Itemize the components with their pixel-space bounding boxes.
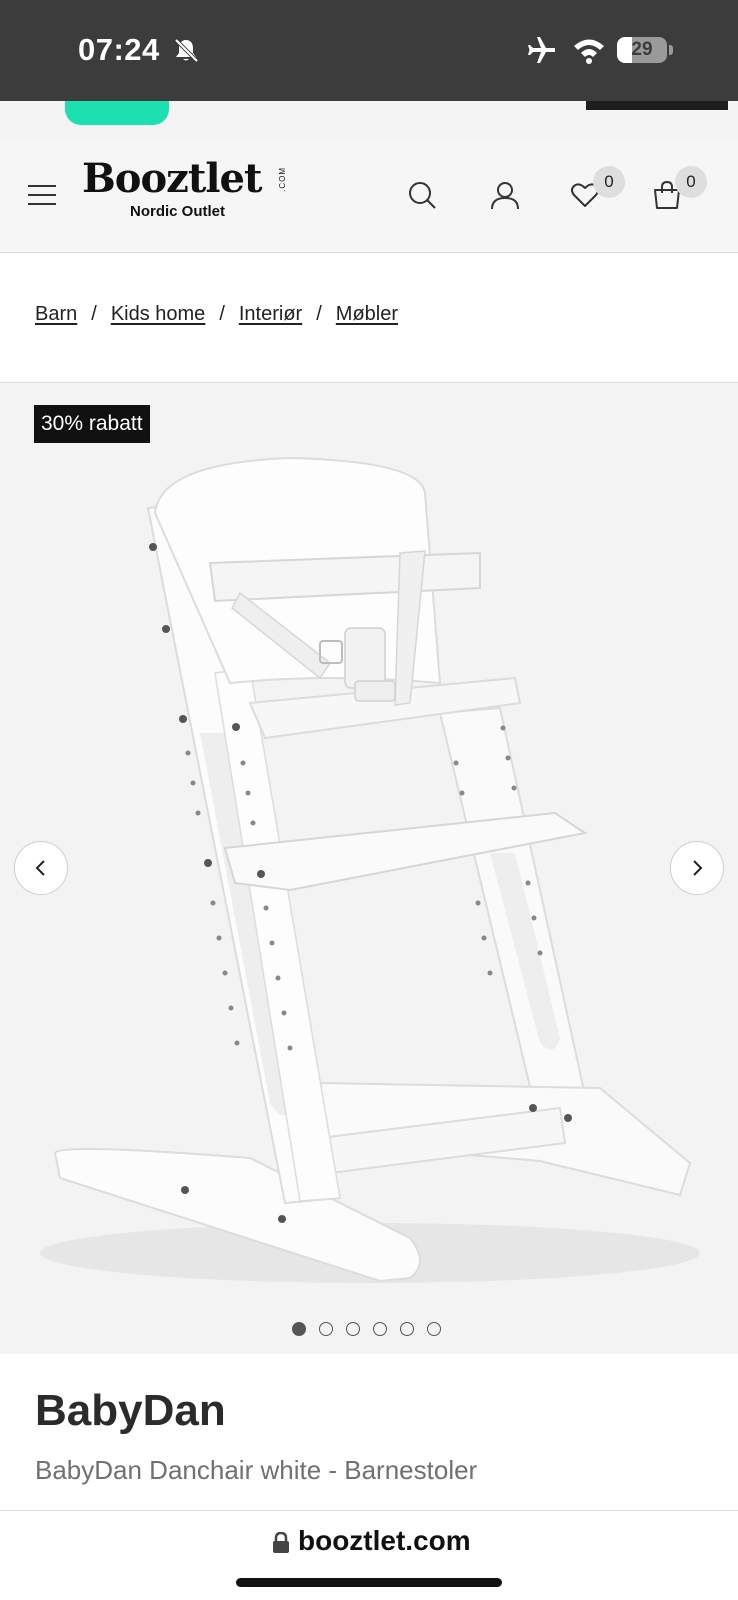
breadcrumb-separator: / <box>91 303 97 325</box>
logo-suffix: .COM <box>278 167 287 192</box>
breadcrumb-separator: / <box>316 303 322 325</box>
breadcrumb: Barn / Kids home / Interiør / Møbler <box>35 303 398 326</box>
product-gallery[interactable]: 30% rabatt <box>0 383 738 1354</box>
pagination-dot[interactable] <box>373 1322 387 1336</box>
pagination-dot[interactable] <box>346 1322 360 1336</box>
status-time: 07:24 <box>78 32 160 67</box>
account-button[interactable] <box>483 173 527 217</box>
home-indicator[interactable] <box>236 1578 502 1587</box>
promo-strip <box>0 101 738 139</box>
logo[interactable]: Booztlet .COM Nordic Outlet <box>82 155 287 221</box>
hamburger-icon[interactable] <box>28 185 56 207</box>
battery-level: 29 <box>631 39 653 60</box>
battery-icon: 29 <box>617 37 667 63</box>
gallery-pagination <box>292 1322 441 1336</box>
logo-text: Booztlet <box>82 155 262 202</box>
breadcrumb-link-kids-home[interactable]: Kids home <box>111 303 206 325</box>
status-bar: 07:24 29 <box>0 0 738 101</box>
search-icon <box>409 182 436 209</box>
promo-banner[interactable] <box>586 101 728 110</box>
user-icon <box>491 182 519 210</box>
logo-tagline: Nordic Outlet <box>130 203 226 220</box>
breadcrumb-link-mobler[interactable]: Møbler <box>336 303 398 325</box>
search-button[interactable] <box>400 173 444 217</box>
wishlist-count-badge: 0 <box>593 166 625 198</box>
lock-icon <box>273 1532 289 1553</box>
chevron-right-icon <box>693 860 703 876</box>
breadcrumb-link-barn[interactable]: Barn <box>35 303 77 325</box>
breadcrumb-separator: / <box>219 303 225 325</box>
browser-url-bar[interactable]: booztlet.com <box>0 1511 738 1600</box>
pagination-dot[interactable] <box>400 1322 414 1336</box>
battery-cap <box>669 45 673 55</box>
wifi-icon <box>574 39 604 64</box>
product-name: BabyDan Danchair white - Barnestoler <box>35 1455 478 1485</box>
url-text[interactable]: booztlet.com <box>298 1525 471 1557</box>
pagination-dot[interactable] <box>319 1322 333 1336</box>
product-image[interactable] <box>0 383 738 1354</box>
gallery-next-button[interactable] <box>670 841 724 895</box>
pagination-dot[interactable] <box>427 1322 441 1336</box>
bell-slash-icon <box>174 38 199 63</box>
pagination-dot[interactable] <box>292 1322 306 1336</box>
discount-badge: 30% rabatt <box>34 405 150 443</box>
breadcrumb-link-interior[interactable]: Interiør <box>239 303 302 325</box>
cart-count-badge: 0 <box>675 166 707 198</box>
gallery-prev-button[interactable] <box>14 841 68 895</box>
airplane-icon <box>528 37 555 63</box>
site-header: Booztlet .COM Nordic Outlet 0 0 <box>0 139 738 253</box>
product-brand[interactable]: BabyDan <box>35 1386 226 1436</box>
promo-button[interactable] <box>65 101 169 125</box>
chevron-left-icon <box>35 860 45 876</box>
